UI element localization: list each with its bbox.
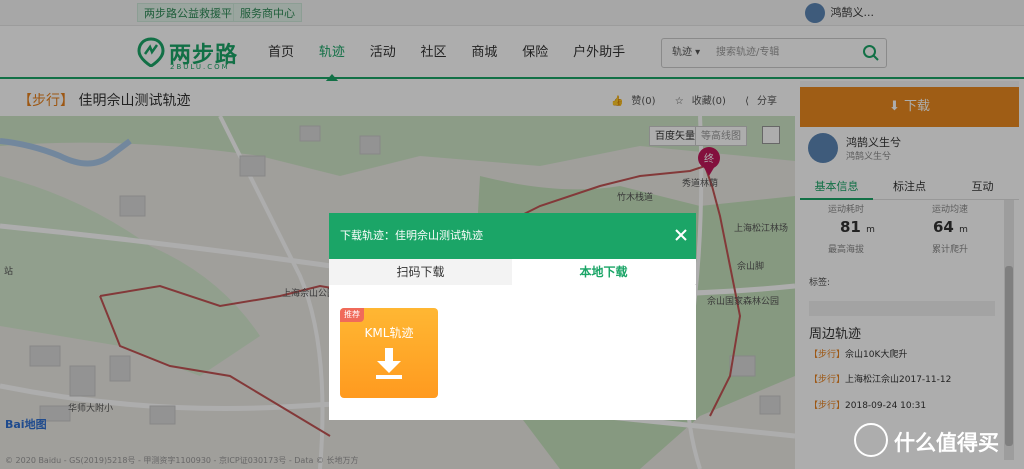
modal-header: 下载轨迹：佳明佘山测试轨迹 bbox=[329, 213, 696, 259]
watermark-text: 什么值得买 bbox=[894, 431, 999, 455]
close-icon[interactable] bbox=[675, 229, 687, 241]
tab-qr-download[interactable]: 扫码下载 bbox=[329, 259, 512, 285]
modal-tabs: 扫码下载 本地下载 bbox=[329, 259, 696, 285]
kml-label: KML轨迹 bbox=[364, 326, 414, 340]
tab-local-download[interactable]: 本地下载 bbox=[512, 259, 695, 285]
watermark-logo-icon bbox=[854, 423, 888, 457]
recommend-badge: 推荐 bbox=[340, 308, 364, 322]
modal-title: 下载轨迹：佳明佘山测试轨迹 bbox=[340, 229, 483, 242]
download-modal: 下载轨迹：佳明佘山测试轨迹 扫码下载 本地下载 推荐 KML轨迹 bbox=[329, 213, 696, 420]
download-arrow-icon bbox=[376, 348, 402, 379]
kml-download-button[interactable]: 推荐 KML轨迹 bbox=[340, 308, 438, 398]
